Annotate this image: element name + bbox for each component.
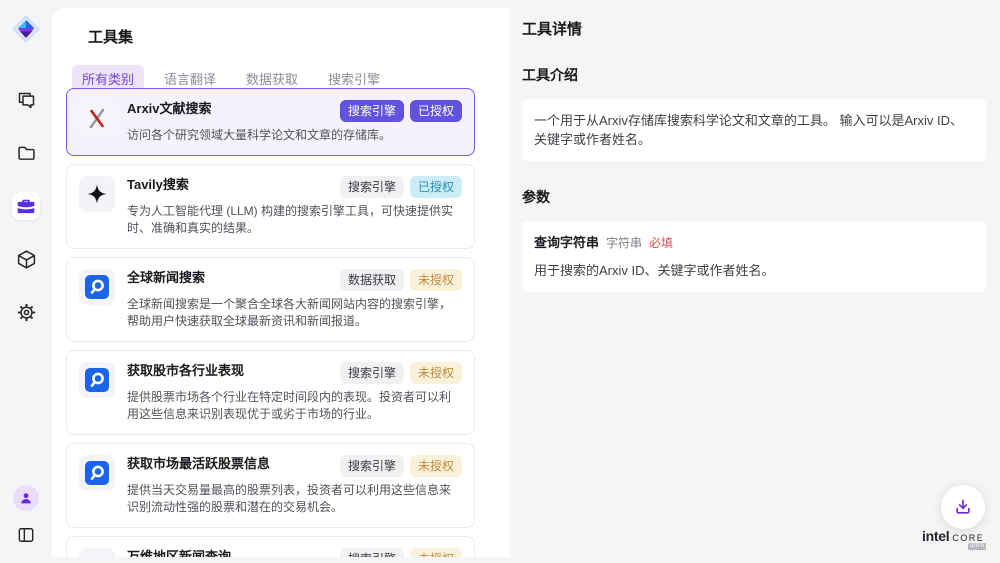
intro-text: 一个用于从Arxiv存储库搜索科学论文和文章的工具。 输入可以是Arxiv ID…: [534, 113, 963, 147]
tool-details-panel: 工具详情 工具介绍 一个用于从Arxiv存储库搜索科学论文和文章的工具。 输入可…: [510, 0, 1000, 563]
sidebar: [0, 0, 52, 563]
tool-description: 访问各个研究领域大量科学论文和文章的存储库。: [127, 127, 457, 144]
intro-heading: 工具介绍: [522, 65, 986, 85]
download-button[interactable]: [941, 485, 985, 529]
auth-status-badge: 未授权: [410, 269, 462, 291]
tool-card[interactable]: 万维地区新闻查询 搜索引擎 未授权 查询具体行政区划内的新闻，快速了解各地新闻动: [66, 536, 475, 557]
category-tag: 数据获取: [340, 269, 404, 291]
toolset-panel: 工具集 所有类别语言翻译数据获取搜索引擎 Arxiv文献搜索 搜索引擎 已授权 …: [52, 8, 510, 557]
cube-icon: [16, 249, 37, 270]
sidebar-bottom: [12, 485, 40, 549]
param-card: 查询字符串 字符串 必填 用于搜索的Arxiv ID、关键字或作者姓名。: [522, 221, 986, 292]
intro-card: 一个用于从Arxiv存储库搜索科学论文和文章的工具。 输入可以是Arxiv ID…: [522, 99, 986, 161]
sidebar-item-settings[interactable]: [12, 298, 40, 326]
tool-description: 专为人工智能代理 (LLM) 构建的搜索引擎工具，可快速提供实时、准确和真实的结…: [127, 203, 457, 237]
tool-name: 获取股市各行业表现: [127, 362, 244, 380]
page-title: 工具集: [88, 26, 510, 47]
sidebar-item-chat[interactable]: [12, 86, 40, 114]
gear-icon: [16, 302, 37, 323]
intel-ultra-badge: ultra: [968, 543, 986, 550]
tool-description: 全球新闻搜索是一个聚合全球各大新闻网站内容的搜索引擎，帮助用户快速获取全球最新资…: [127, 296, 457, 330]
sidebar-item-toolset[interactable]: [12, 192, 40, 220]
briefcase-icon: [16, 196, 36, 216]
tool-description: 提供当天交易量最高的股票列表，投资者可以利用这些信息来识别流动性强的股票和潜在的…: [127, 482, 457, 516]
sidebar-item-models[interactable]: [12, 245, 40, 273]
param-desc: 用于搜索的Arxiv ID、关键字或作者姓名。: [534, 261, 974, 280]
param-type: 字符串: [606, 234, 642, 253]
intel-core-text: core ultra: [952, 530, 984, 544]
tool-name: 万维地区新闻查询: [127, 548, 231, 557]
tool-name: 获取市场最活跃股票信息: [127, 455, 270, 473]
tool-card[interactable]: 全球新闻搜索 数据获取 未授权 全球新闻搜索是一个聚合全球各大新闻网站内容的搜索…: [66, 257, 475, 342]
split-panel-icon: [16, 525, 36, 545]
auth-status-badge: 未授权: [410, 548, 462, 557]
sparkle-icon: [79, 176, 115, 212]
auth-status-badge: 未授权: [410, 455, 462, 477]
details-title: 工具详情: [522, 18, 986, 39]
auth-status-badge: 已授权: [410, 176, 462, 198]
person-icon: [18, 490, 34, 506]
blueq-icon: [79, 455, 115, 491]
category-tag: 搜索引擎: [340, 100, 404, 122]
params-heading: 参数: [522, 187, 986, 207]
newspaper-icon: [79, 548, 115, 557]
intel-brand-text: intel: [922, 528, 949, 544]
blueq-icon: [79, 269, 115, 305]
tool-card[interactable]: 获取市场最活跃股票信息 搜索引擎 未授权 提供当天交易量最高的股票列表，投资者可…: [66, 443, 475, 528]
category-tag: 搜索引擎: [340, 176, 404, 198]
tool-card[interactable]: Arxiv文献搜索 搜索引擎 已授权 访问各个研究领域大量科学论文和文章的存储库…: [66, 88, 475, 156]
param-name: 查询字符串: [534, 233, 599, 252]
tool-description: 提供股票市场各个行业在特定时间段内的表现。投资者可以利用这些信息来识别表现优于或…: [127, 389, 457, 423]
sidebar-nav: [12, 86, 40, 326]
folder-icon: [16, 143, 37, 164]
param-header: 查询字符串 字符串 必填: [534, 233, 974, 253]
download-icon: [953, 497, 973, 517]
param-required-badge: 必填: [649, 234, 673, 253]
sidebar-item-files[interactable]: [12, 139, 40, 167]
tool-list: Arxiv文献搜索 搜索引擎 已授权 访问各个研究领域大量科学论文和文章的存储库…: [52, 88, 510, 557]
auth-status-badge: 未授权: [410, 362, 462, 384]
tool-card[interactable]: Tavily搜索 搜索引擎 已授权 专为人工智能代理 (LLM) 构建的搜索引擎…: [66, 164, 475, 249]
intel-core-logo: intel core ultra: [922, 528, 984, 544]
arxiv-icon: [79, 100, 115, 136]
tool-name: Arxiv文献搜索: [127, 100, 212, 118]
auth-status-badge: 已授权: [410, 100, 462, 122]
app-logo-icon: [11, 14, 41, 44]
category-tag: 搜索引擎: [340, 548, 404, 557]
category-tag: 搜索引擎: [340, 455, 404, 477]
chat-icon: [16, 90, 37, 111]
sidebar-item-collapse-panel[interactable]: [12, 521, 40, 549]
tool-name: Tavily搜索: [127, 176, 189, 194]
tool-name: 全球新闻搜索: [127, 269, 205, 287]
category-tag: 搜索引擎: [340, 362, 404, 384]
blueq-icon: [79, 362, 115, 398]
user-avatar[interactable]: [13, 485, 39, 511]
tool-card[interactable]: 获取股市各行业表现 搜索引擎 未授权 提供股票市场各个行业在特定时间段内的表现。…: [66, 350, 475, 435]
